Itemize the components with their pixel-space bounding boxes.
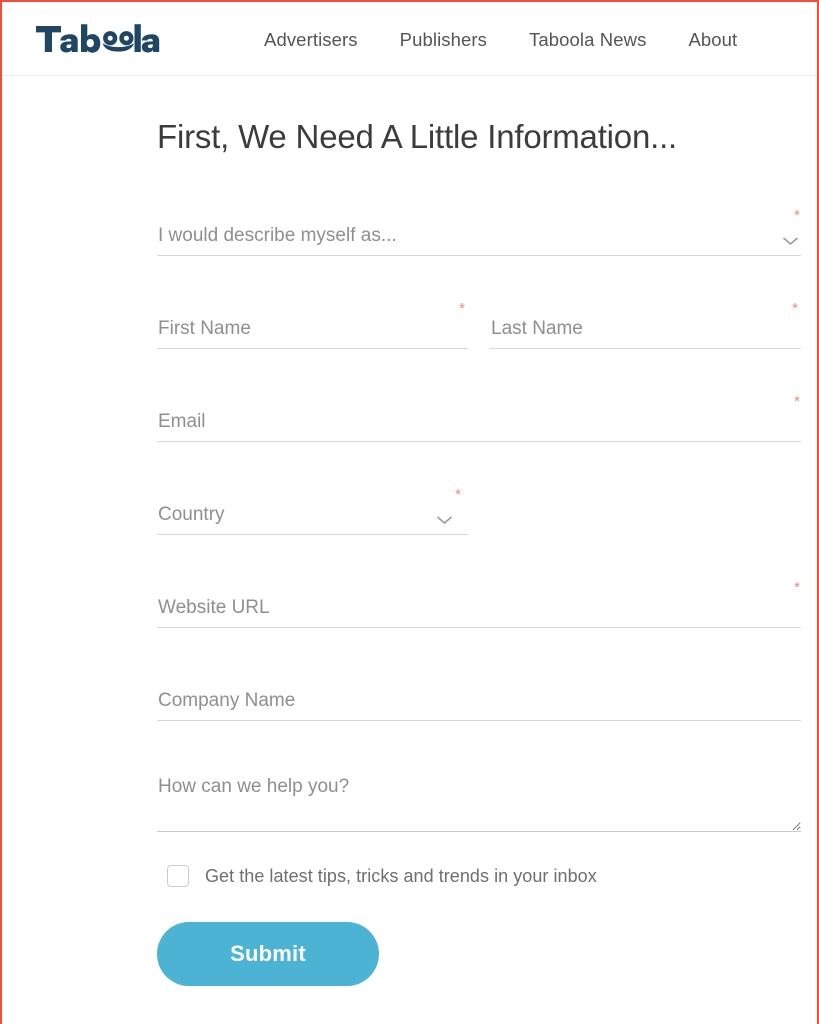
site-header: Advertisers Publishers Taboola News Abou…	[2, 2, 817, 76]
email-input[interactable]	[157, 411, 801, 441]
field-line-first-name	[157, 311, 468, 349]
country-select[interactable]	[157, 504, 468, 534]
field-line-company-name	[157, 683, 801, 721]
company-name-input[interactable]	[157, 690, 801, 720]
field-country: *	[157, 487, 468, 535]
field-line-describe-myself	[157, 218, 801, 256]
submit-button[interactable]: Submit	[157, 922, 379, 986]
page-title: First, We Need A Little Information...	[157, 118, 678, 155]
describe-myself-select[interactable]	[157, 225, 801, 255]
nav-link-publishers[interactable]: Publishers	[400, 29, 487, 51]
first-name-input[interactable]	[157, 318, 468, 348]
name-field-row: * *	[157, 301, 801, 394]
field-line-last-name	[490, 311, 801, 349]
field-website-url: *	[157, 580, 801, 628]
main-nav: Advertisers Publishers Taboola News Abou…	[264, 29, 737, 51]
field-last-name: *	[490, 301, 801, 349]
field-company-name	[157, 673, 801, 721]
field-first-name: *	[157, 301, 468, 349]
last-name-input[interactable]	[490, 318, 801, 348]
field-describe-myself: *	[157, 208, 801, 256]
website-url-input[interactable]	[157, 597, 801, 627]
field-line-email	[157, 404, 801, 442]
taboola-logo[interactable]	[36, 22, 167, 56]
form-section: First, We Need A Little Information... *…	[2, 118, 817, 986]
taboola-logo-icon	[36, 23, 160, 53]
field-email: *	[157, 394, 801, 442]
lead-form: * * *	[157, 156, 801, 986]
nav-link-advertisers[interactable]: Advertisers	[264, 29, 358, 51]
optin-label[interactable]: Get the latest tips, tricks and trends i…	[205, 866, 597, 887]
optin-checkbox[interactable]	[167, 865, 189, 887]
optin-row: Get the latest tips, tricks and trends i…	[167, 865, 801, 887]
nav-link-taboola-news[interactable]: Taboola News	[529, 29, 646, 51]
message-textarea[interactable]	[157, 776, 801, 832]
field-line-website-url	[157, 590, 801, 628]
page-root: Advertisers Publishers Taboola News Abou…	[0, 0, 819, 1024]
field-message	[157, 766, 801, 832]
field-line-country	[157, 497, 468, 535]
nav-link-about[interactable]: About	[688, 29, 737, 51]
